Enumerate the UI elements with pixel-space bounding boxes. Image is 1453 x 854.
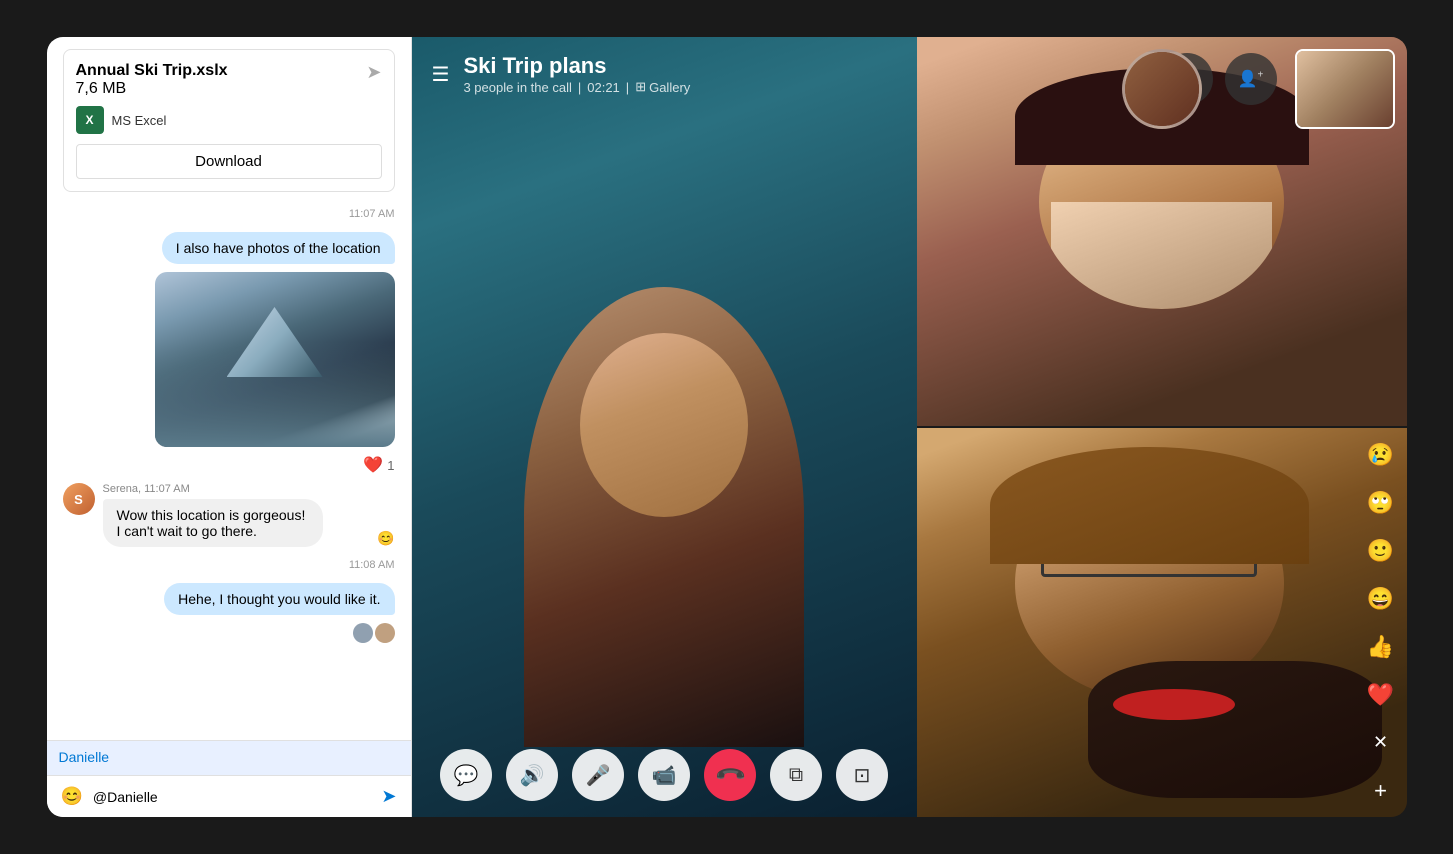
pip-self-face <box>1297 51 1393 127</box>
person-face-bottom <box>917 428 1407 817</box>
video-button[interactable]: 📹 <box>638 749 690 801</box>
file-name: Annual Ski Trip.xslx <box>76 62 228 80</box>
message-bubble-right-2: Hehe, I thought you would like it. <box>164 583 394 615</box>
video-icon: 📹 <box>652 763 677 788</box>
emoji-heart[interactable]: ❤️ <box>1359 673 1403 717</box>
timestamp-1107: 11:07 AM <box>63 208 395 220</box>
gallery-label: Gallery <box>649 80 690 95</box>
gallery-view[interactable]: ⊞ Gallery <box>635 79 690 95</box>
message-bubble-right-1: I also have photos of the location <box>162 232 395 264</box>
emoji-laugh[interactable]: 😄 <box>1359 577 1403 621</box>
call-controls: 💬 🔊 🎤 📹 📞 ⧉ ⊡ <box>440 749 888 801</box>
menu-icon[interactable]: ☰ <box>432 62 450 87</box>
mention-tag: Danielle <box>59 749 110 765</box>
blur-icon: ⊡ <box>854 763 871 788</box>
emoji-react-icon[interactable]: 😊 <box>377 530 394 547</box>
mic-icon: 🎤 <box>586 763 611 788</box>
sender-name: Serena <box>103 483 138 495</box>
gallery-icon: ⊞ <box>635 79 646 95</box>
divider-dot-2: | <box>626 80 629 95</box>
file-icon-area: X MS Excel <box>76 106 382 134</box>
avatar-serena: S <box>63 483 95 515</box>
participants-count: 3 people in the call <box>463 80 571 95</box>
reaction-count: 1 <box>387 458 394 473</box>
dog-shape <box>1088 661 1382 797</box>
chat-panel: Annual Ski Trip.xslx 7,6 MB ➤ X MS Excel… <box>47 37 412 817</box>
seen-avatar-2 <box>375 623 395 643</box>
file-type-label: MS Excel <box>112 113 167 128</box>
face-shape <box>580 333 748 517</box>
add-person-icon: 👤+ <box>1238 69 1264 89</box>
send-button[interactable]: ➤ <box>381 786 396 807</box>
emoji-panel-close-button[interactable]: ✕ <box>1359 721 1403 765</box>
call-title-group: Ski Trip plans 3 people in the call | 02… <box>463 53 690 95</box>
chat-input[interactable] <box>93 789 371 805</box>
smile-area <box>1051 202 1272 309</box>
pip-face <box>1125 52 1199 126</box>
chat-icon: 💬 <box>454 763 479 788</box>
pip-caller-top <box>1122 49 1202 129</box>
chat-input-area: 😊 ➤ <box>47 775 411 817</box>
chat-messages: Annual Ski Trip.xslx 7,6 MB ➤ X MS Excel… <box>47 37 411 740</box>
message-text-serena: Wow this location is gorgeous! I can't w… <box>103 499 323 547</box>
emoji-smile[interactable]: 🙂 <box>1359 529 1403 573</box>
file-card-header: Annual Ski Trip.xslx 7,6 MB ➤ <box>76 62 382 98</box>
screenshare-button[interactable]: ⧉ <box>770 749 822 801</box>
heart-reaction[interactable]: ❤️ <box>363 455 383 475</box>
pip-self-video <box>1295 49 1395 129</box>
seen-avatars <box>353 623 395 643</box>
file-attachment-card: Annual Ski Trip.xslx 7,6 MB ➤ X MS Excel… <box>63 49 395 192</box>
file-size: 7,6 MB <box>76 80 127 97</box>
add-person-button[interactable]: 👤+ <box>1225 53 1277 105</box>
call-subtitle: 3 people in the call | 02:21 | ⊞ Gallery <box>463 79 690 95</box>
message-serena: S Serena, 11:07 AM Wow this location is … <box>63 483 395 547</box>
dog-bandana <box>1113 689 1236 720</box>
message-content-serena: Serena, 11:07 AM Wow this location is go… <box>103 483 366 547</box>
main-video-person <box>524 287 804 747</box>
video-area: ❤️ ☰ Ski Trip plans 3 people in the call… <box>412 37 917 817</box>
speaker-button[interactable]: 🔊 <box>506 749 558 801</box>
divider-dot: | <box>578 80 581 95</box>
reaction-row: ❤️ 1 <box>363 455 394 475</box>
call-duration: 02:21 <box>587 80 620 95</box>
video-tile-bottom: 😢 🙄 🙂 😄 👍 ❤️ ✕ + <box>917 428 1407 817</box>
sender-info-serena: Serena, 11:07 AM <box>103 483 366 495</box>
chat-button[interactable]: 💬 <box>440 749 492 801</box>
end-call-button[interactable]: 📞 <box>704 749 756 801</box>
video-tile-top <box>917 37 1407 426</box>
excel-icon: X <box>76 106 104 134</box>
blur-button[interactable]: ⊡ <box>836 749 888 801</box>
emoji-eyeroll[interactable]: 🙄 <box>1359 481 1403 525</box>
emoji-reaction-panel: 😢 🙄 🙂 😄 👍 ❤️ ✕ + <box>1355 428 1407 817</box>
hair-bottom <box>990 447 1309 564</box>
video-grid: ⚙️ 👤+ <box>917 37 1407 817</box>
emoji-picker-button[interactable]: 😊 <box>61 786 83 807</box>
seen-avatar-1 <box>353 623 373 643</box>
mic-button[interactable]: 🎤 <box>572 749 624 801</box>
end-call-icon: 📞 <box>712 757 747 792</box>
app-window: Annual Ski Trip.xslx 7,6 MB ➤ X MS Excel… <box>47 37 1407 817</box>
mention-bar: Danielle <box>47 740 411 775</box>
message-group-right-2: Hehe, I thought you would like it. <box>63 583 395 643</box>
emoji-thumbsup[interactable]: 👍 <box>1359 625 1403 669</box>
call-title: Ski Trip plans <box>463 53 690 79</box>
screenshare-icon: ⧉ <box>789 764 803 787</box>
call-header: ☰ Ski Trip plans 3 people in the call | … <box>412 37 917 111</box>
file-info: Annual Ski Trip.xslx 7,6 MB <box>76 62 228 98</box>
emoji-crying[interactable]: 😢 <box>1359 433 1403 477</box>
timestamp-1108: 11:08 AM <box>63 559 395 571</box>
speaker-icon: 🔊 <box>520 763 545 788</box>
sender-time: 11:07 AM <box>144 483 190 495</box>
forward-icon[interactable]: ➤ <box>366 62 381 83</box>
emoji-panel-add-button[interactable]: + <box>1359 769 1403 813</box>
main-person-silhouette <box>524 287 804 747</box>
mountain-image <box>155 272 395 447</box>
download-button[interactable]: Download <box>76 144 382 179</box>
message-image <box>155 272 395 447</box>
